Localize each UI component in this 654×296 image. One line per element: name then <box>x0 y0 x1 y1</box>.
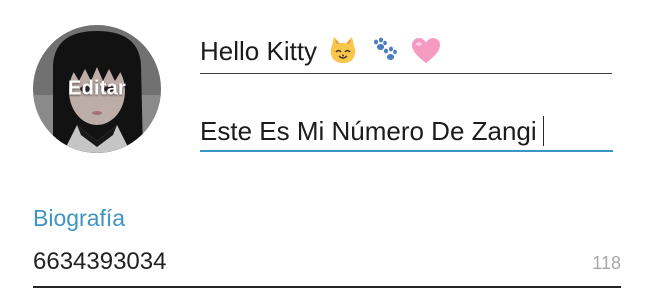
avatar[interactable]: Editar <box>33 25 161 153</box>
char-counter: 118 <box>592 253 621 273</box>
name-field[interactable]: Hello Kitty <box>200 22 612 74</box>
name-text: Hello Kitty <box>200 36 318 66</box>
pink-heart-icon <box>411 37 441 70</box>
bio-field[interactable]: 6634393034 118 <box>33 240 621 288</box>
bio-label: Biografía <box>33 205 126 231</box>
cat-face-icon <box>328 36 358 70</box>
edit-photo-label[interactable]: Editar <box>33 78 161 101</box>
text-cursor <box>542 116 545 147</box>
status-field[interactable]: Este Es Mi Número De Zangi <box>200 104 613 152</box>
bio-text: 6634393034 <box>33 248 167 275</box>
paw-prints-icon <box>370 37 400 69</box>
status-text: Este Es Mi Número De Zangi <box>200 116 537 146</box>
